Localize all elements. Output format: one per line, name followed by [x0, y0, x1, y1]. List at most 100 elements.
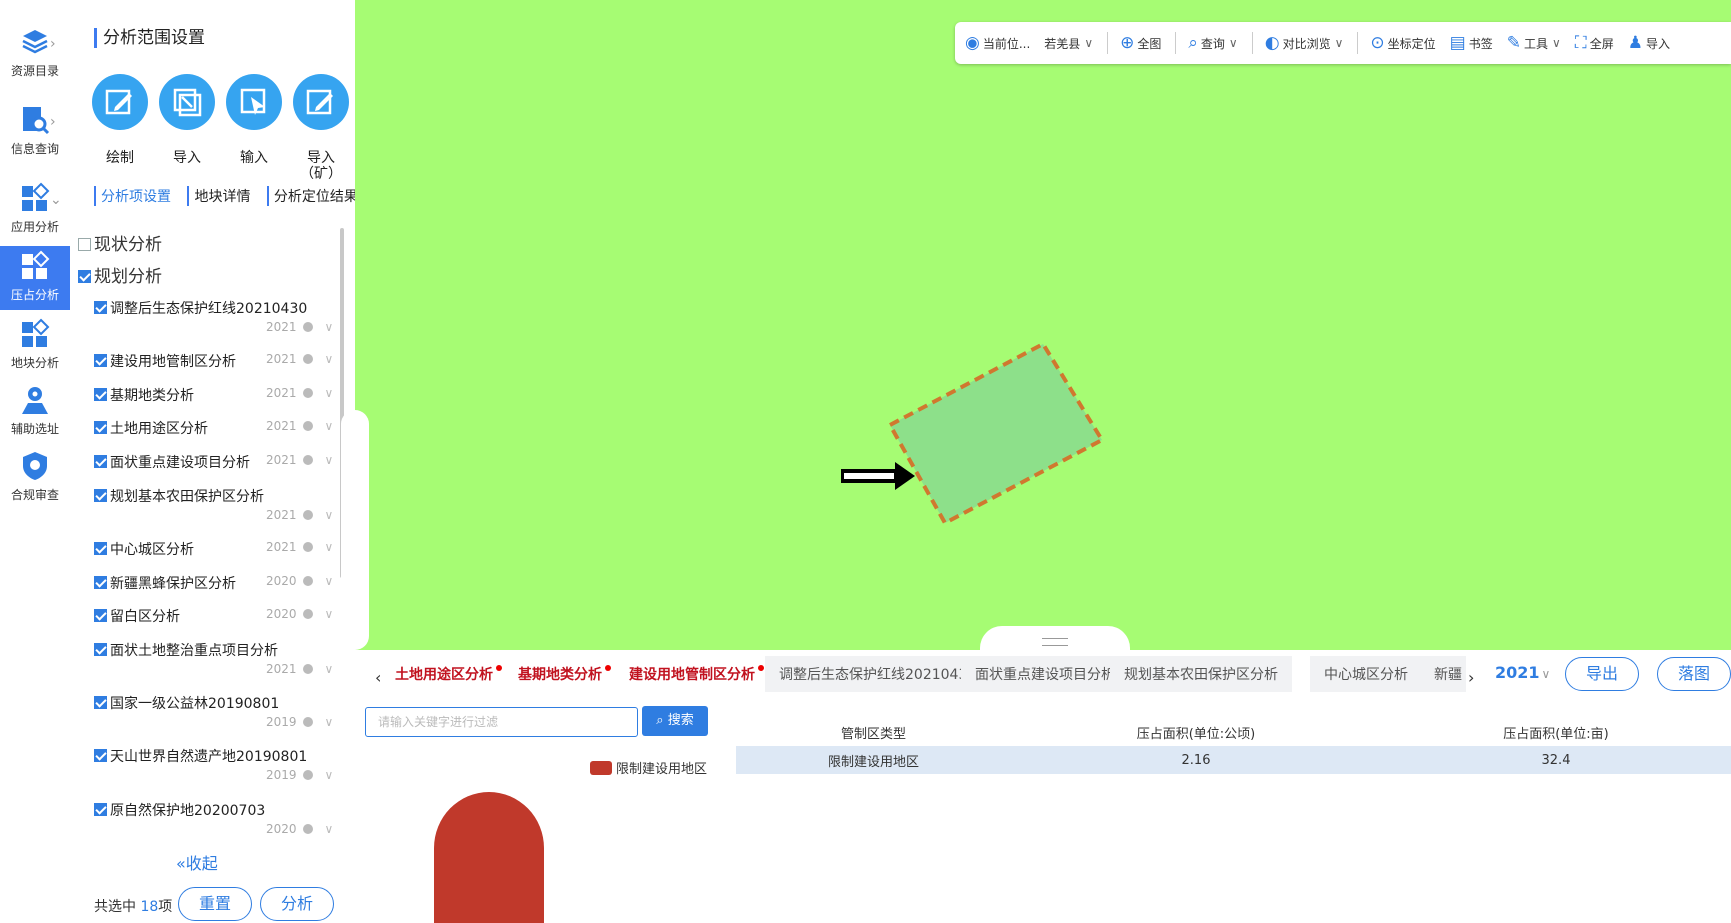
tab-location-results[interactable]: 分析定位结果: [266, 186, 358, 206]
reset-button[interactable]: 重置: [178, 887, 252, 921]
analysis-item[interactable]: 原自然保护地20200703: [94, 800, 265, 820]
rail-item-occupation-analysis[interactable]: 压占分析: [0, 246, 70, 310]
import-button[interactable]: [159, 74, 215, 130]
year-select[interactable]: 2020 ∨: [266, 607, 333, 621]
analysis-parcel: [887, 341, 1105, 526]
checkbox[interactable]: [94, 696, 107, 709]
analysis-item[interactable]: 新疆黑蜂保护区分析: [94, 573, 236, 593]
collapse-link[interactable]: «收起: [176, 850, 218, 874]
checkbox[interactable]: [94, 421, 107, 434]
table-row[interactable]: 限制建设用地区 2.16 32.4: [736, 746, 1731, 774]
year-select[interactable]: 2019 ∨: [266, 768, 333, 782]
checkbox[interactable]: [94, 388, 107, 401]
analysis-item[interactable]: 中心城区分析: [94, 539, 194, 559]
summary-suffix: 项: [158, 899, 173, 915]
tab-xinjiang[interactable]: 新疆: [1420, 656, 1466, 692]
chevron-down-icon: ⌄: [50, 192, 62, 208]
analyze-button[interactable]: 分析: [260, 887, 334, 921]
analysis-item[interactable]: 留白区分析: [94, 606, 180, 626]
item-label: 原自然保护地20200703: [110, 803, 266, 819]
analysis-item[interactable]: 规划基本农田保护区分析: [94, 486, 264, 506]
checkbox[interactable]: [94, 455, 107, 468]
item-label: 新疆黑蜂保护区分析: [110, 576, 236, 592]
year-select[interactable]: 2021 ∨: [266, 419, 333, 433]
analysis-item[interactable]: 面状土地整治重点项目分析: [94, 640, 278, 660]
tab-analysis-items[interactable]: 分析项设置: [94, 186, 171, 206]
rail-item-info-query[interactable]: › 信息查询: [0, 104, 70, 160]
analysis-item[interactable]: 调整后生态保护红线20210430: [94, 298, 307, 318]
chevron-down-icon: ∨: [324, 453, 334, 467]
year-select[interactable]: 2020 ∨: [266, 574, 333, 588]
year-select[interactable]: 2020 ∨: [266, 822, 333, 836]
year-select[interactable]: 2021 ∨: [266, 662, 333, 676]
checkbox[interactable]: [94, 354, 107, 367]
rail-item-parcel-analysis[interactable]: 地块分析: [0, 318, 70, 374]
checkbox[interactable]: [94, 609, 107, 622]
chevron-down-icon: ∨: [324, 822, 334, 836]
rail-item-resource-catalog[interactable]: › 资源目录: [0, 26, 70, 82]
year-select[interactable]: 2021 ∨: [266, 540, 333, 554]
analysis-item[interactable]: 基期地类分析: [94, 385, 194, 405]
year-select[interactable]: 2021 ∨: [266, 386, 333, 400]
item-label: 留白区分析: [110, 609, 180, 625]
tab-parcel-details[interactable]: 地块详情: [187, 186, 250, 206]
checkbox[interactable]: [94, 542, 107, 555]
tab-farmland[interactable]: 规划基本农田保护区分析: [1110, 656, 1292, 692]
draw-button[interactable]: [92, 74, 148, 130]
checkbox[interactable]: [94, 301, 107, 314]
chevron-down-icon: ∨: [1541, 667, 1551, 681]
checkbox[interactable]: [78, 238, 91, 251]
import-mine-button[interactable]: [293, 74, 349, 130]
tab-key-projects[interactable]: 面状重点建设项目分析: [961, 656, 1129, 692]
tab-land-use-zone[interactable]: 土地用途区分析: [395, 664, 502, 684]
analysis-item[interactable]: 建设用地管制区分析: [94, 351, 236, 371]
chevron-down-icon: ∨: [324, 352, 334, 366]
checkbox[interactable]: [94, 749, 107, 762]
chevron-down-icon: ∨: [324, 386, 334, 400]
export-button[interactable]: 导出: [1565, 657, 1639, 691]
tabs-next-icon[interactable]: ›: [1468, 668, 1474, 687]
section-label: 规划分析: [94, 267, 162, 287]
analysis-item[interactable]: 国家一级公益林20190801: [94, 693, 279, 713]
plot-to-map-button[interactable]: 落图: [1657, 657, 1731, 691]
checkbox[interactable]: [78, 270, 91, 283]
analysis-item[interactable]: 天山世界自然遗产地20190801: [94, 746, 307, 766]
checkbox[interactable]: [94, 489, 107, 502]
year-select[interactable]: 2021 ∨: [266, 453, 333, 467]
section-plan-analysis[interactable]: 规划分析: [78, 262, 162, 287]
results-drag-handle[interactable]: [980, 626, 1130, 656]
rail-label: 地块分析: [10, 356, 59, 370]
checkbox[interactable]: [94, 576, 107, 589]
year-value: 2019: [266, 715, 297, 729]
tab-central-city[interactable]: 中心城区分析: [1310, 656, 1422, 692]
rail-item-application-analysis[interactable]: ⌄ 应用分析: [0, 182, 70, 238]
checkbox[interactable]: [94, 803, 107, 816]
tab-eco-redline[interactable]: 调整后生态保护红线20210430: [765, 656, 991, 692]
result-year-select[interactable]: 2021 ∨: [1495, 663, 1550, 682]
year-select[interactable]: 2021 ∨: [266, 320, 333, 334]
analysis-item[interactable]: 面状重点建设项目分析: [94, 452, 250, 472]
checkbox[interactable]: [94, 643, 107, 656]
item-label: 国家一级公益林20190801: [110, 696, 280, 712]
draw-label: 绘制: [106, 150, 134, 166]
search-button[interactable]: ⌕ 搜索: [642, 706, 708, 736]
map-canvas[interactable]: ◉ 当前位... 若羌县 ∨ ⊕ 全图 ⌕ 查询 ∨ ◐ 对比浏览 ∨ ⊙ 坐标定位 ▤ 书签 ✎…: [341, 0, 1731, 656]
year-select[interactable]: 2021 ∨: [266, 508, 333, 522]
tabs-prev-icon[interactable]: ‹: [375, 668, 381, 687]
analysis-item[interactable]: 土地用途区分析: [94, 418, 208, 438]
import-icon: [173, 88, 202, 117]
info-dot-icon: [302, 609, 313, 619]
info-dot-icon: [302, 542, 313, 552]
tab-construction-control[interactable]: 建设用地管制区分析: [619, 656, 774, 694]
rail-item-site-selection[interactable]: 辅助选址: [0, 384, 70, 440]
year-select[interactable]: 2021 ∨: [266, 352, 333, 366]
legend-swatch: [590, 761, 612, 775]
tab-base-land-class[interactable]: 基期地类分析: [518, 664, 611, 684]
result-filter-input[interactable]: [365, 707, 638, 737]
input-button[interactable]: [226, 74, 282, 130]
year-value: 2021: [266, 540, 297, 554]
section-current-analysis[interactable]: 现状分析: [78, 230, 162, 255]
rail-item-compliance-review[interactable]: 合规审查: [0, 450, 70, 506]
year-select[interactable]: 2019 ∨: [266, 715, 333, 729]
legend-label: 限制建设用地区: [616, 762, 708, 777]
